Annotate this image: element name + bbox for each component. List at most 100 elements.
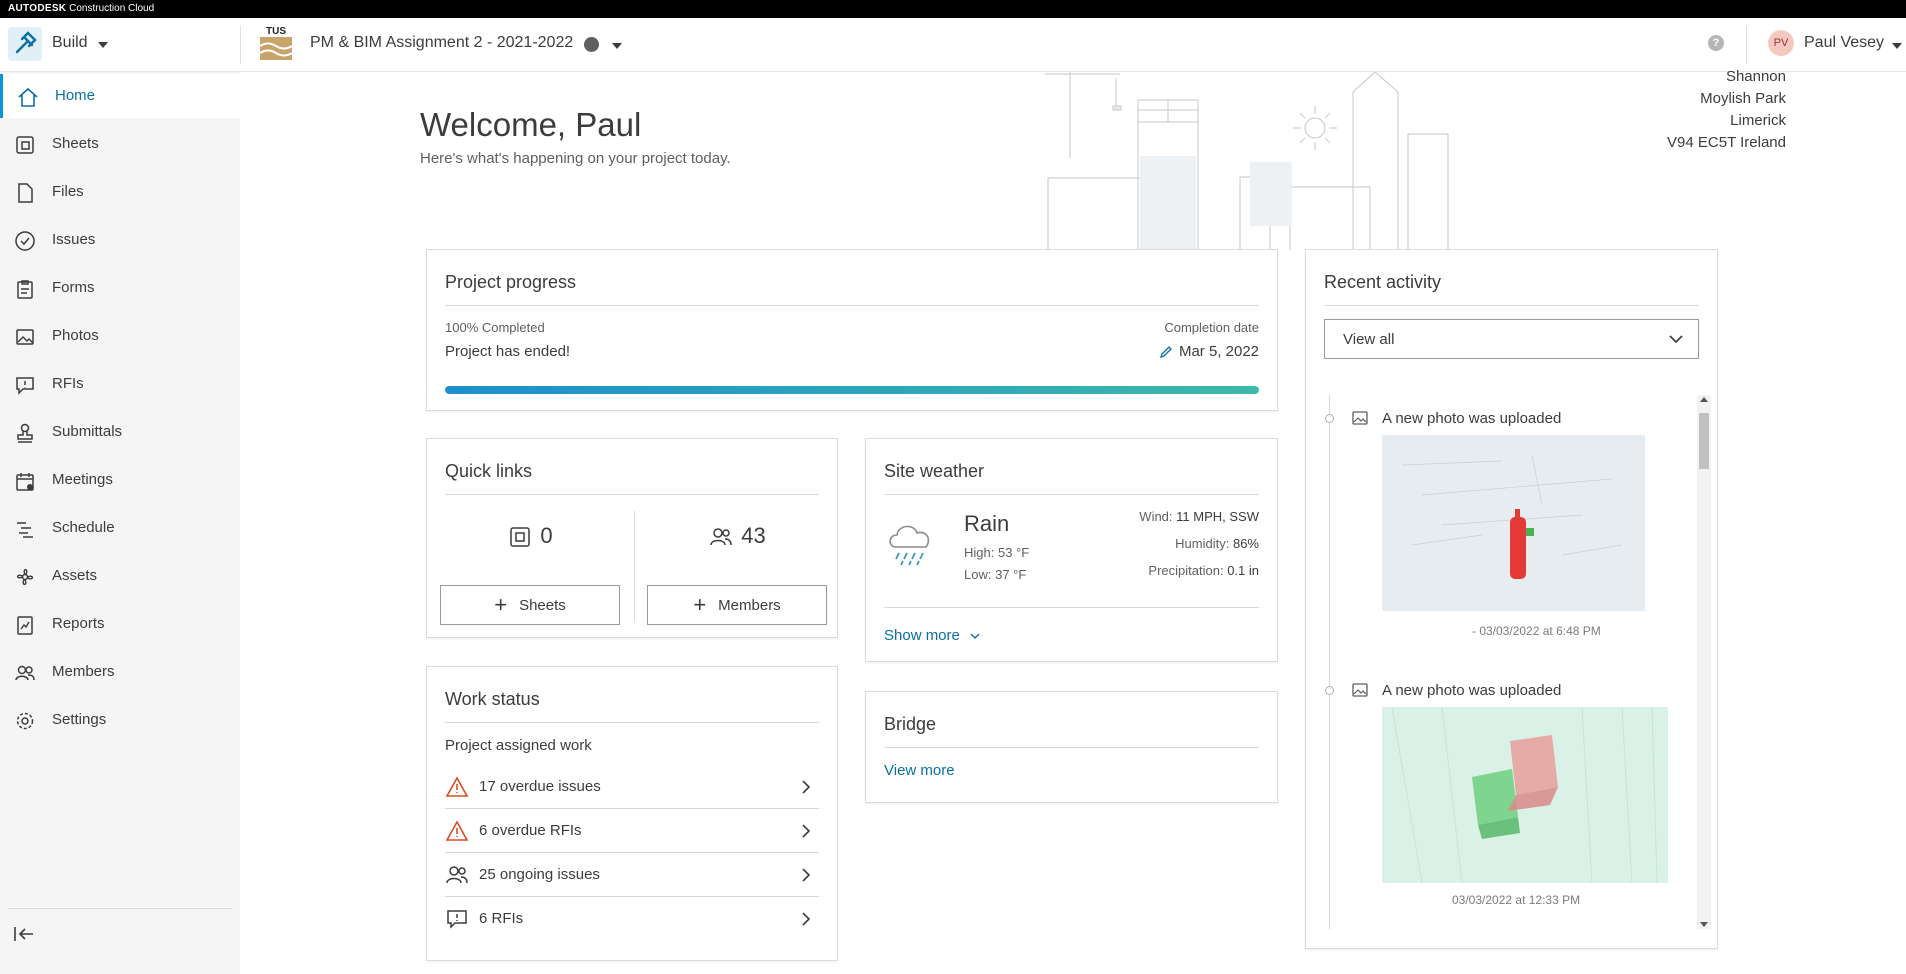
chevron-down-icon[interactable]	[1892, 43, 1902, 49]
chevron-down-icon	[970, 633, 980, 639]
weather-humidity: Humidity: 86%	[1175, 536, 1259, 551]
header-divider	[1746, 26, 1747, 64]
sidebar-item-home[interactable]: Home	[0, 74, 240, 118]
completion-date[interactable]: Mar 5, 2022	[1179, 343, 1259, 360]
card-title: Bridge	[884, 714, 937, 734]
activity-filter-select[interactable]: View all	[1324, 319, 1699, 359]
weather-high: High: 53 °F	[964, 545, 1029, 560]
add-members-button[interactable]: + Members	[647, 585, 827, 625]
work-status-row[interactable]: 6 RFIs	[445, 897, 819, 941]
report-icon	[17, 616, 33, 635]
file-icon	[18, 183, 33, 203]
progress-status: Project has ended!	[445, 343, 571, 360]
project-title[interactable]: PM & BIM Assignment 2 - 2021-2022	[310, 34, 573, 52]
show-more-link[interactable]: Show more	[884, 627, 980, 644]
work-status-card: Work status Project assigned work 17 ove…	[426, 666, 838, 961]
address-line: Moylish Park	[1700, 90, 1786, 107]
home-icon	[18, 87, 38, 107]
quick-link-sheets: 0 + Sheets	[427, 495, 634, 625]
sidebar-item-submittals[interactable]: Submittals	[0, 410, 240, 454]
pencil-icon[interactable]	[1159, 345, 1173, 359]
humidity-label: Humidity:	[1175, 536, 1230, 551]
chevron-down-icon[interactable]	[612, 43, 622, 49]
add-sheets-button[interactable]: + Sheets	[440, 585, 620, 625]
activity-item[interactable]: A new photo was uploaded - 03/03/2022 at…	[1324, 395, 1704, 660]
card-title: Work status	[445, 689, 540, 709]
module-switcher-label[interactable]: Build	[52, 34, 88, 52]
work-status-row[interactable]: 6 overdue RFIs	[445, 809, 819, 853]
divider	[884, 747, 1259, 748]
members-count-row: 43	[634, 523, 841, 549]
sidebar-item-reports[interactable]: Reports	[0, 602, 240, 646]
sidebar-item-forms[interactable]: Forms	[0, 266, 240, 310]
sidebar-item-sheets[interactable]: Sheets	[0, 122, 240, 166]
chevron-down-icon	[1669, 335, 1683, 344]
sidebar-item-label: Forms	[52, 279, 95, 296]
scrollbar-thumb[interactable]	[1699, 413, 1709, 469]
sidebar-item-issues[interactable]: Issues	[0, 218, 240, 262]
progress-bar	[445, 386, 1259, 394]
photo-thumbnail[interactable]	[1382, 435, 1645, 611]
photo-thumbnail[interactable]	[1382, 707, 1668, 883]
scroll-down-arrow-icon[interactable]	[1700, 922, 1708, 927]
card-title: Recent activity	[1324, 272, 1442, 292]
user-name[interactable]: Paul Vesey	[1804, 34, 1884, 52]
weather-low: Low: 37 °F	[964, 567, 1026, 582]
skyline-illustration	[1045, 72, 1449, 250]
bridge-card: Bridge View more	[865, 691, 1278, 803]
work-status-row[interactable]: 17 overdue issues	[445, 765, 819, 809]
sidebar-item-files[interactable]: Files	[0, 170, 240, 214]
chevron-right-icon	[802, 868, 811, 882]
plus-icon: +	[494, 592, 508, 617]
sidebar-item-members[interactable]: Members	[0, 650, 240, 694]
humidity-value: 86%	[1232, 536, 1259, 551]
sheets-count: 0	[540, 523, 553, 548]
clipboard-icon	[17, 280, 33, 299]
precip-value: 0.1 in	[1227, 563, 1259, 578]
stamp-icon	[17, 423, 33, 443]
collapse-sidebar-icon[interactable]	[12, 924, 36, 944]
sidebar-item-photos[interactable]: Photos	[0, 314, 240, 358]
project-logo-text: TUS	[266, 26, 286, 37]
sidebar-item-label: Home	[55, 87, 96, 104]
activity-scrollbar[interactable]	[1697, 395, 1711, 929]
photo-icon	[1352, 683, 1368, 697]
sidebar-item-label: Schedule	[52, 519, 115, 536]
recent-activity-card: Recent activity View all A new photo was…	[1305, 249, 1718, 949]
address-line: Shannon	[1725, 68, 1786, 85]
sidebar-item-label: Submittals	[52, 423, 123, 440]
sidebar-item-label: Reports	[52, 615, 105, 632]
show-more-label: Show more	[884, 627, 960, 644]
sidebar-item-settings[interactable]: Settings	[0, 698, 240, 742]
high-value: 53 °F	[997, 545, 1030, 560]
gear-icon	[16, 712, 34, 730]
page-title: Welcome, Paul	[420, 106, 642, 143]
precip-label: Precipitation:	[1148, 563, 1224, 578]
members-count: 43	[741, 523, 766, 548]
sidebar-item-label: Issues	[52, 231, 96, 248]
view-more-link[interactable]: View more	[884, 762, 955, 779]
sidebar-item-assets[interactable]: Assets	[0, 554, 240, 598]
scroll-up-arrow-icon[interactable]	[1700, 397, 1708, 402]
avatar[interactable]: PV	[1768, 30, 1794, 56]
low-label: Low:	[964, 567, 992, 582]
sidebar-item-meetings[interactable]: Meetings	[0, 458, 240, 502]
wind-label: Wind:	[1139, 509, 1173, 524]
sidebar-item-label: Assets	[52, 567, 98, 584]
photo-icon	[16, 329, 34, 345]
sidebar-item-schedule[interactable]: Schedule	[0, 506, 240, 550]
activity-text: A new photo was uploaded	[1382, 410, 1562, 427]
help-icon[interactable]: ?	[1708, 35, 1724, 51]
activity-item[interactable]: A new photo was uploaded 03/03/2022 at 1…	[1324, 667, 1704, 929]
site-weather-card: Site weather Rain High: 53 °F Low: 37 °F…	[865, 438, 1278, 662]
work-status-row[interactable]: 25 ongoing issues	[445, 853, 819, 897]
quick-link-members: 43 + Members	[634, 495, 841, 625]
address-line: V94 EC5T Ireland	[1667, 134, 1786, 151]
build-hammer-icon[interactable]	[8, 27, 42, 61]
sidebar-item-label: Settings	[52, 711, 107, 728]
activity-time: - 03/03/2022 at 6:48 PM	[1472, 624, 1601, 638]
sidebar-item-rfis[interactable]: RFIs	[0, 362, 240, 406]
chevron-right-icon	[802, 780, 811, 794]
chevron-down-icon[interactable]	[98, 42, 108, 48]
address-line: Limerick	[1730, 112, 1786, 129]
